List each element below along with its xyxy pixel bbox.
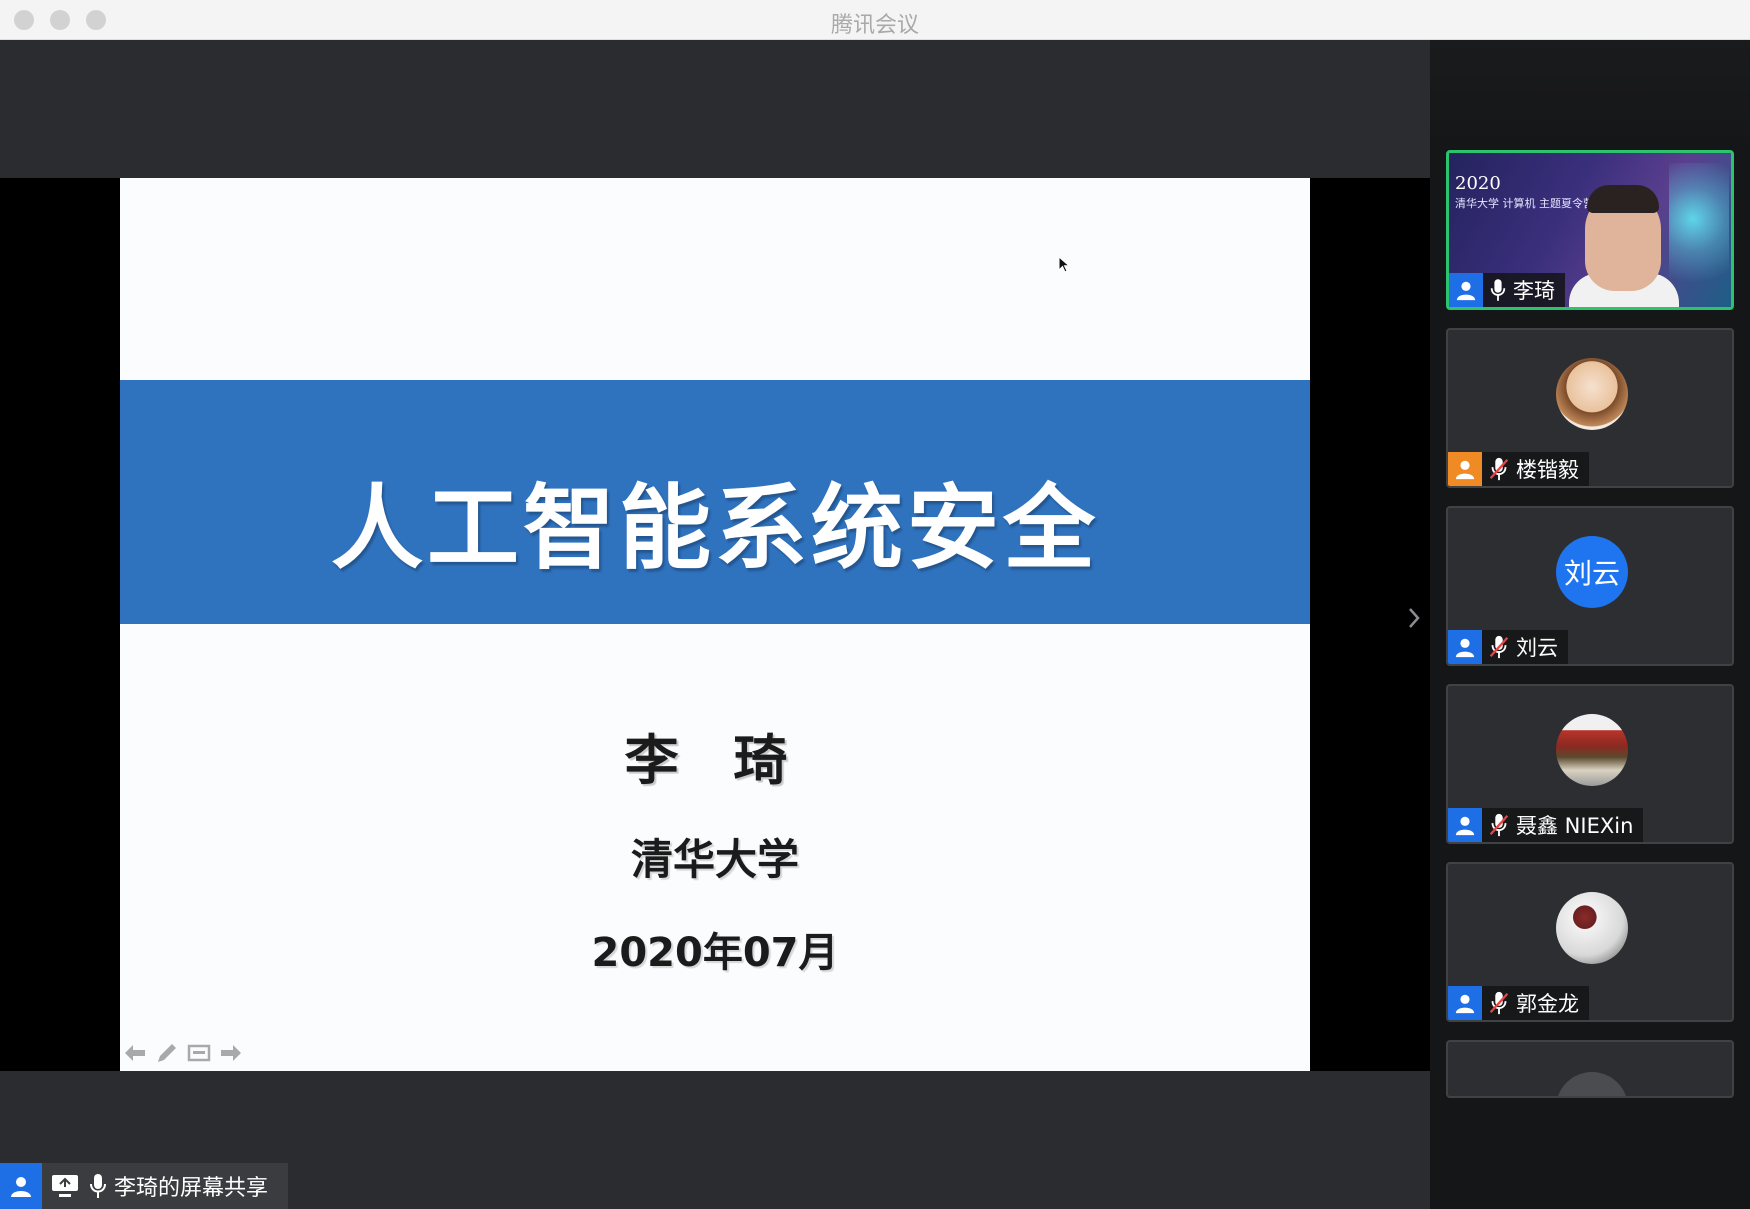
toggle-participant-panel-button[interactable] — [1402, 598, 1426, 638]
participant-nameplate: 郭金龙 — [1448, 986, 1589, 1020]
person-icon — [1448, 808, 1482, 842]
video-banner-year: 2020 — [1455, 173, 1501, 194]
participant-name: 李琦 — [1513, 279, 1555, 303]
participant-tile[interactable]: 刘云 刘云 — [1446, 506, 1734, 666]
microphone-muted-icon — [1489, 813, 1509, 837]
microphone-muted-icon — [1489, 635, 1509, 659]
person-icon — [0, 1163, 42, 1209]
screen-share-label: 李琦的屏幕共享 — [114, 1176, 269, 1201]
video-banner-text: 清华大学 计算机 主题夏令营 — [1455, 197, 1594, 210]
participant-name: 聂鑫 NIEXin — [1516, 814, 1634, 838]
slide-controls — [122, 1040, 244, 1066]
shared-screen: 人工智能系统安全 李 琦 清华大学 2020年07月 — [0, 178, 1430, 1071]
participant-tile[interactable]: 楼锴毅 — [1446, 328, 1734, 488]
window-title: 腾讯会议 — [830, 13, 919, 38]
previous-slide-button[interactable] — [122, 1040, 148, 1066]
slide-title-band: 人工智能系统安全 — [120, 380, 1310, 624]
arrow-right-icon — [221, 1045, 241, 1061]
participant-name: 郭金龙 — [1516, 992, 1579, 1016]
slide-author: 李 琦 — [624, 729, 806, 792]
participant-nameplate: 聂鑫 NIEXin — [1448, 808, 1644, 842]
screen-share-icon — [52, 1175, 78, 1197]
slide-title: 人工智能系统安全 — [330, 475, 1099, 582]
participant-tile[interactable]: 聂鑫 NIEXin — [1446, 684, 1734, 844]
menu-box-icon — [187, 1044, 211, 1062]
mouse-cursor-icon — [1058, 256, 1071, 273]
avatar — [1556, 1072, 1628, 1096]
arrow-left-icon — [125, 1045, 145, 1061]
person-icon — [1448, 986, 1482, 1020]
participant-tile[interactable]: 郭金龙 — [1446, 862, 1734, 1022]
pen-tool-button[interactable] — [154, 1040, 180, 1066]
slide-date: 2020年07月 — [591, 930, 839, 976]
microphone-icon — [1490, 279, 1506, 301]
microphone-muted-icon — [1489, 457, 1509, 481]
participant-panel: 2020 清华大学 计算机 主题夏令营 李琦 楼锴毅 刘云 刘云 聂鑫 NIEX… — [1430, 40, 1750, 1209]
main-stage: 人工智能系统安全 李 琦 清华大学 2020年07月 — [0, 40, 1430, 1209]
slide-menu-button[interactable] — [186, 1040, 212, 1066]
presentation-slide: 人工智能系统安全 李 琦 清华大学 2020年07月 — [120, 178, 1310, 1071]
participant-nameplate: 李琦 — [1449, 273, 1565, 307]
chevron-right-icon — [1409, 608, 1420, 628]
participant-name: 刘云 — [1516, 636, 1558, 660]
panel-header — [1430, 40, 1750, 150]
next-slide-button[interactable] — [218, 1040, 244, 1066]
microphone-muted-icon — [1489, 991, 1509, 1015]
avatar — [1556, 714, 1628, 786]
avatar — [1556, 358, 1628, 430]
pen-icon — [158, 1044, 176, 1062]
person-host-icon — [1448, 452, 1482, 486]
person-icon — [1449, 273, 1483, 307]
participant-tile-partial[interactable] — [1446, 1040, 1734, 1098]
avatar — [1556, 892, 1628, 964]
person-icon — [1448, 630, 1482, 664]
microphone-icon — [90, 1174, 106, 1198]
participant-name: 楼锴毅 — [1516, 458, 1579, 482]
participant-tile-active[interactable]: 2020 清华大学 计算机 主题夏令营 李琦 — [1446, 150, 1734, 310]
slide-organization: 清华大学 — [630, 835, 799, 884]
participant-nameplate: 楼锴毅 — [1448, 452, 1589, 486]
participant-nameplate: 刘云 — [1448, 630, 1568, 664]
window-titlebar: 腾讯会议 — [0, 0, 1750, 40]
avatar: 刘云 — [1556, 536, 1628, 608]
screen-share-indicator: 李琦的屏幕共享 — [0, 1163, 288, 1209]
